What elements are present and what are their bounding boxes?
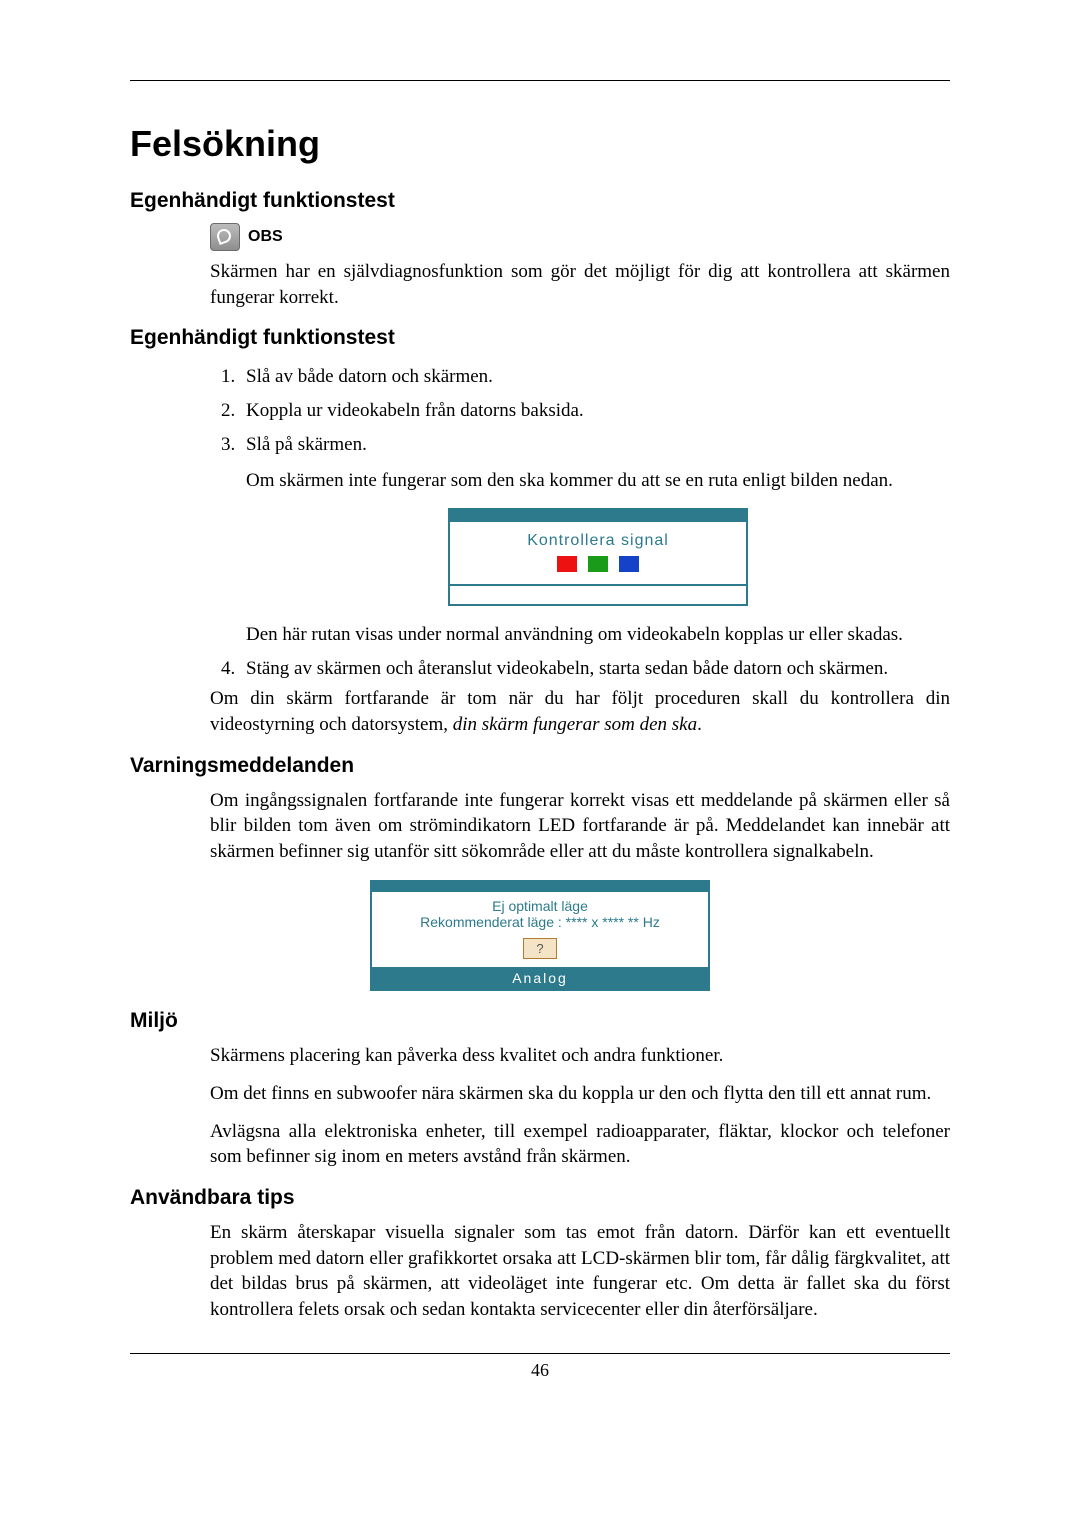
obs-note: OBS — [210, 223, 950, 251]
document-page: Felsökning Egenhändigt funktionstest OBS… — [0, 0, 1080, 1527]
dialog-help-button: ? — [523, 938, 556, 959]
paragraph: Om din skärm fortfarande är tom när du h… — [210, 686, 950, 737]
dialog-body: Kontrollera signal — [450, 522, 746, 584]
dialog-line-2: Rekommenderat läge : **** x **** ** Hz — [378, 914, 702, 930]
section-heading-3: Varningsmeddelanden — [130, 754, 950, 778]
section-heading-1: Egenhändigt funktionstest — [130, 189, 950, 213]
mode-dialog: Ej optimalt läge Rekommenderat läge : **… — [370, 880, 710, 991]
note-icon — [210, 223, 240, 251]
dialog-message: Kontrollera signal — [458, 532, 738, 550]
dialog-footer-label: Analog — [372, 967, 708, 989]
italic-text: din skärm fungerar som den ska — [453, 714, 697, 735]
top-rule — [130, 80, 950, 81]
paragraph: Avlägsna alla elektroniska enheter, till… — [210, 1119, 950, 1170]
paragraph: En skärm återskapar visuella signaler so… — [210, 1220, 950, 1323]
section-heading-2: Egenhändigt funktionstest — [130, 326, 950, 350]
step-text: Slå på skärmen. — [246, 434, 367, 455]
list-item: Stäng av skärmen och återanslut videokab… — [240, 652, 950, 686]
dialog-titlebar — [450, 510, 746, 522]
red-square-icon — [557, 556, 577, 572]
section-heading-5: Användbara tips — [130, 1186, 950, 1210]
ordered-steps: Slå av både datorn och skärmen. Koppla u… — [210, 360, 950, 686]
rgb-squares — [458, 556, 738, 578]
dialog-line-1: Ej optimalt läge — [378, 898, 702, 914]
page-number: 46 — [130, 1354, 950, 1381]
green-square-icon — [588, 556, 608, 572]
page-title: Felsökning — [130, 123, 950, 165]
list-item: Koppla ur videokabeln från datorns baksi… — [240, 394, 950, 428]
step-paragraph: Om skärmen inte fungerar som den ska kom… — [246, 470, 950, 492]
step-text: Koppla ur videokabeln från datorns baksi… — [246, 400, 584, 421]
blue-square-icon — [619, 556, 639, 572]
paragraph: Om ingångssignalen fortfarande inte fung… — [210, 788, 950, 865]
text-fragment: . — [697, 714, 702, 735]
list-item: Slå på skärmen. Om skärmen inte fungerar… — [240, 428, 950, 652]
obs-label: OBS — [248, 228, 283, 245]
section-heading-4: Miljö — [130, 1009, 950, 1033]
step-paragraph: Den här rutan visas under normal användn… — [246, 624, 950, 646]
step-text: Stäng av skärmen och återanslut videokab… — [246, 658, 888, 679]
list-item: Slå av både datorn och skärmen. — [240, 360, 950, 394]
dialog-figure-2: Ej optimalt läge Rekommenderat läge : **… — [130, 880, 950, 991]
paragraph: Om det finns en subwoofer nära skärmen s… — [210, 1081, 950, 1107]
step-text: Slå av både datorn och skärmen. — [246, 366, 493, 387]
paragraph: Skärmen har en självdiagnosfunktion som … — [210, 259, 950, 310]
dialog-figure-1: Kontrollera signal — [246, 508, 950, 606]
signal-dialog: Kontrollera signal — [448, 508, 748, 606]
dialog-footer — [450, 584, 746, 604]
dialog-titlebar — [372, 882, 708, 892]
paragraph: Skärmens placering kan påverka dess kval… — [210, 1043, 950, 1069]
dialog-body: Ej optimalt läge Rekommenderat läge : **… — [372, 892, 708, 967]
